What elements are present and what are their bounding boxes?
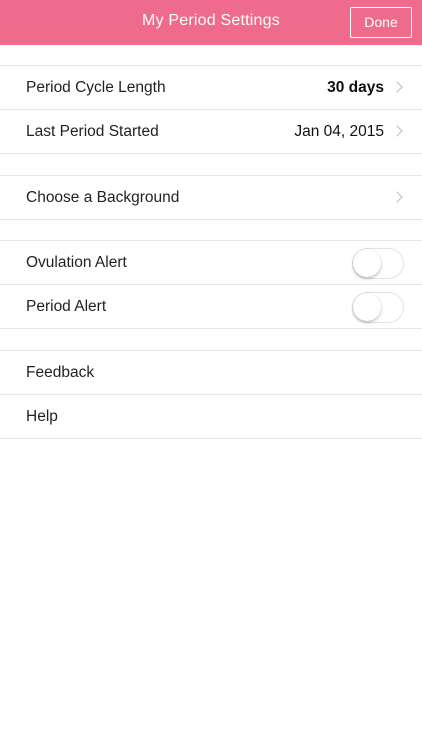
- toggle-knob: [353, 293, 381, 321]
- period-cycle-length-row[interactable]: Period Cycle Length 30 days: [0, 66, 422, 110]
- cycle-settings-group: Period Cycle Length 30 days Last Period …: [0, 65, 422, 154]
- navigation-bar: My Period Settings Done: [0, 0, 422, 45]
- choose-background-label: Choose a Background: [26, 189, 180, 206]
- choose-background-row[interactable]: Choose a Background: [0, 176, 422, 220]
- period-alert-label: Period Alert: [26, 298, 107, 315]
- last-period-started-value: Jan 04, 2015: [294, 123, 384, 140]
- period-alert-row: Period Alert: [0, 285, 422, 329]
- chevron-right-icon: [391, 125, 403, 137]
- last-period-started-label: Last Period Started: [26, 123, 159, 140]
- settings-screen: My Period Settings Done Period Cycle Len…: [0, 0, 422, 750]
- ovulation-alert-toggle[interactable]: [352, 248, 404, 279]
- alerts-group: Ovulation Alert Period Alert: [0, 240, 422, 329]
- ovulation-alert-label: Ovulation Alert: [26, 254, 127, 271]
- help-row[interactable]: Help: [0, 395, 422, 439]
- done-button[interactable]: Done: [350, 7, 412, 38]
- chevron-right-icon: [391, 81, 403, 93]
- period-alert-toggle[interactable]: [352, 292, 404, 323]
- period-cycle-length-value: 30 days: [327, 79, 384, 96]
- toggle-knob: [353, 249, 381, 277]
- last-period-started-row[interactable]: Last Period Started Jan 04, 2015: [0, 110, 422, 154]
- background-group: Choose a Background: [0, 175, 422, 220]
- period-cycle-length-label: Period Cycle Length: [26, 79, 166, 96]
- chevron-right-icon: [391, 191, 403, 203]
- support-group: Feedback Help: [0, 350, 422, 439]
- ovulation-alert-row: Ovulation Alert: [0, 241, 422, 285]
- help-label: Help: [26, 408, 58, 425]
- feedback-label: Feedback: [26, 364, 95, 381]
- feedback-row[interactable]: Feedback: [0, 351, 422, 395]
